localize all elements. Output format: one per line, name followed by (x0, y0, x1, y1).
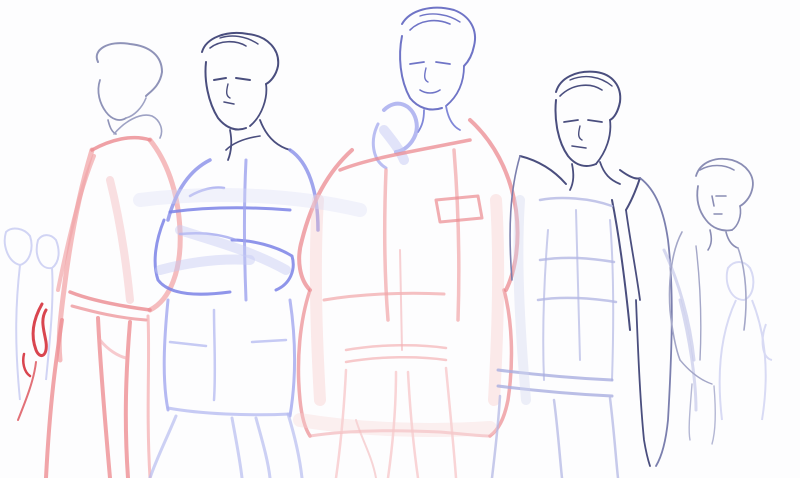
figure-center-hand-raised (296, 6, 520, 478)
figure-open-coat (490, 70, 698, 478)
sketch-artwork (3, 6, 773, 478)
sketch-canvas (0, 0, 800, 478)
figure-arms-crossed (148, 32, 320, 478)
ghost-figures-left (3, 227, 60, 401)
